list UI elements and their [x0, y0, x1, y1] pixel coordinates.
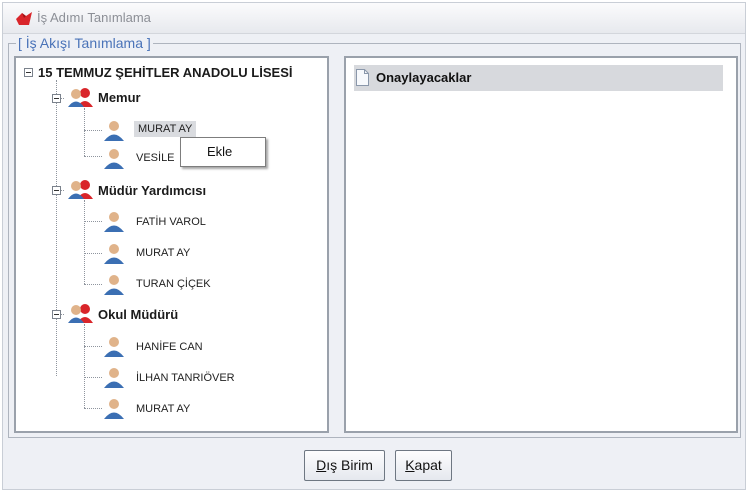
user-icon	[104, 368, 124, 388]
tree-connector	[84, 377, 102, 378]
root-expander[interactable]	[24, 68, 33, 77]
tree-connector	[84, 108, 85, 156]
context-menu-add[interactable]: Ekle	[207, 144, 232, 159]
kapat-label: apat	[414, 457, 442, 473]
context-menu: Ekle	[180, 137, 266, 167]
approvers-header: Onaylayacaklar	[376, 70, 472, 85]
tree-connector	[84, 221, 102, 222]
tree-connector	[84, 324, 85, 408]
list-item[interactable]: Onaylayacaklar	[354, 65, 723, 91]
tree-connector	[84, 346, 102, 347]
user-group-icon	[68, 304, 93, 323]
user-icon	[104, 149, 124, 169]
approvers-list[interactable]: Onaylayacaklar	[344, 56, 738, 433]
tree-user-item[interactable]: HANİFE CAN	[136, 341, 203, 353]
window-title: İş Adımı Tanımlama	[37, 10, 151, 25]
tree-group-memur[interactable]: Memur	[98, 90, 141, 105]
tree-group-okul-muduru[interactable]: Okul Müdürü	[98, 307, 178, 322]
tree-group-mudur-yardimcisi[interactable]: Müdür Yardımcısı	[98, 183, 206, 198]
tree-user-item[interactable]: MURAT AY	[136, 403, 190, 415]
user-icon	[104, 121, 124, 141]
tree-connector	[84, 253, 102, 254]
tree-connector	[84, 284, 102, 285]
group-expander[interactable]	[52, 310, 61, 319]
dis-birim-label: ış Birim	[326, 457, 373, 473]
user-icon	[104, 244, 124, 264]
document-icon	[356, 69, 369, 86]
kapat-button[interactable]: Kapat	[395, 450, 452, 481]
title-bar[interactable]: İş Adımı Tanımlama	[3, 3, 745, 34]
user-group-icon	[68, 88, 93, 107]
tree-user-item[interactable]: MURAT AY	[134, 121, 197, 137]
group-expander[interactable]	[52, 186, 61, 195]
tree-connector	[84, 156, 102, 157]
dis-birim-button[interactable]: Dış Birim	[304, 450, 385, 481]
user-icon	[104, 337, 124, 357]
user-icon	[104, 275, 124, 295]
user-group-icon	[68, 180, 93, 199]
tree-connector	[84, 130, 102, 131]
tree-user-item[interactable]: FATİH VAROL	[136, 216, 206, 228]
tree-user-item[interactable]: İLHAN TANRIÖVER	[136, 372, 235, 384]
tree-connector	[56, 80, 57, 376]
group-expander[interactable]	[52, 94, 61, 103]
tree-connector	[84, 200, 85, 284]
kapat-mnemonic: K	[405, 457, 415, 473]
tree-user-item[interactable]: TURAN ÇİÇEK	[136, 278, 211, 290]
tree-root[interactable]: 15 TEMMUZ ŞEHİTLER ANADOLU LİSESİ	[38, 65, 292, 80]
user-icon	[104, 399, 124, 419]
tree-user-item[interactable]: MURAT AY	[136, 247, 190, 259]
tree-user-item[interactable]: VESİLE	[136, 152, 175, 164]
user-icon	[104, 212, 124, 232]
app-icon	[16, 12, 32, 25]
dis-birim-mnemonic: D	[316, 457, 327, 473]
org-tree[interactable]: 15 TEMMUZ ŞEHİTLER ANADOLU LİSESİ Memur …	[14, 56, 329, 433]
tree-connector	[84, 408, 102, 409]
workflow-legend: [ İş Akışı Tanımlama ]	[16, 35, 153, 51]
